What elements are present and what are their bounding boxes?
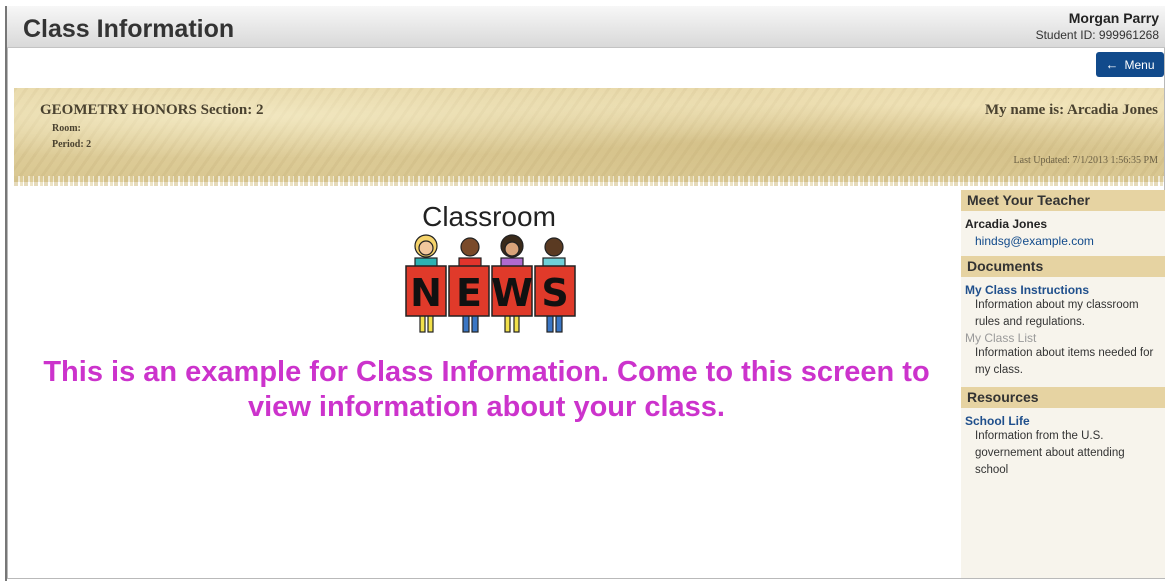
sidebar: Meet Your Teacher Arcadia Jones hindsg@e… [961,190,1165,578]
period-label: Period: 2 [52,139,92,150]
resource-description: Information from the U.S. governement ab… [975,430,1125,476]
document-link[interactable]: My Class List [965,331,1165,345]
menu-button-label: Menu [1124,57,1155,72]
teacher-section: Meet Your Teacher Arcadia Jones hindsg@e… [961,190,1165,248]
teacher-heading: Meet Your Teacher [961,190,1165,211]
news-image-caption: Classroom [422,201,556,232]
arrow-left-icon: ← [1105,57,1119,72]
class-info-message: This is an example for Class Information… [43,356,930,423]
main-content: Classroom N E W S This is an example for… [14,190,959,575]
news-letter-1: N [410,271,442,315]
documents-section: Documents My Class Instructions Informat… [961,256,1165,379]
student-id: Student ID: 999961268 [1035,28,1159,42]
class-banner: GEOMETRY HONORS Section: 2 Room: Period:… [14,88,1164,182]
resources-heading: Resources [961,387,1165,408]
document-description: Information about items needed for my cl… [975,347,1154,376]
resources-section: Resources School Life Information from t… [961,387,1165,479]
news-letter-4: S [541,271,568,315]
news-letter-3: W [491,271,533,315]
last-updated: Last Updated: 7/1/2013 1:56:35 PM [1013,155,1158,166]
user-info: Morgan Parry Student ID: 999961268 [1036,10,1159,42]
teacher-name: Arcadia Jones [965,217,1048,231]
room-label: Room: [52,123,81,134]
document-link[interactable]: My Class Instructions [965,283,1165,297]
news-letter-2: E [456,271,482,315]
classroom-news-image: Classroom N E W S [405,201,576,333]
user-name: Morgan Parry [1068,10,1159,26]
class-name: GEOMETRY HONORS Section: 2 [40,102,264,118]
documents-heading: Documents [961,256,1165,277]
banner-torn-edge [14,176,1164,186]
page-header: Class Information Morgan Parry Student I… [7,6,1165,48]
document-description: Information about my classroom rules and… [975,299,1139,328]
teacher-greeting: My name is: Arcadia Jones [984,102,1158,118]
teacher-email-link[interactable]: hindsg@example.com [975,234,1165,248]
resource-link[interactable]: School Life [965,414,1165,428]
page-title: Class Information [23,15,235,43]
menu-button[interactable]: ← Menu [1096,52,1164,77]
